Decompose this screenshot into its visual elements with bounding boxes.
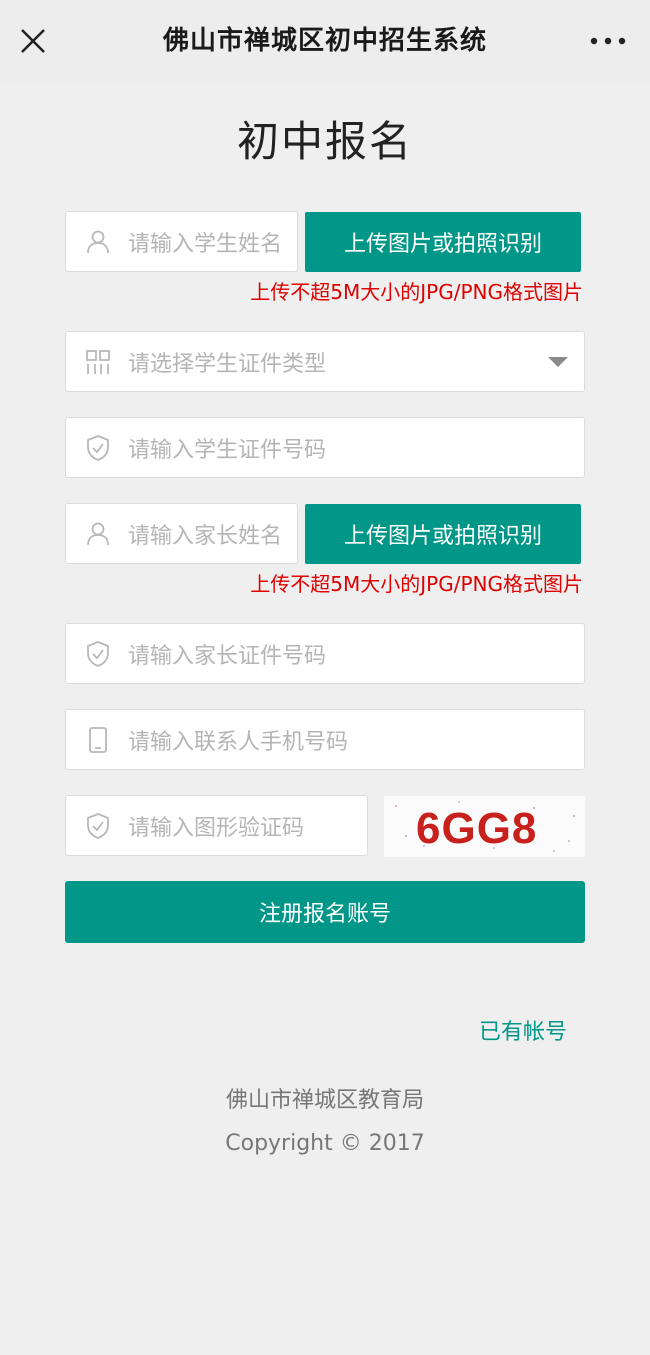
student-name-input[interactable]: 请输入学生姓名 <box>65 211 298 272</box>
shield-icon <box>87 434 109 461</box>
captcha-image[interactable]: 6GG8 <box>384 796 585 857</box>
window-title: 佛山市禅城区初中招生系统 <box>162 26 487 56</box>
student-id-input[interactable]: 请输入学生证件号码 <box>65 417 585 478</box>
parent-name-placeholder: 请输入家长姓名 <box>128 523 283 549</box>
register-button[interactable]: 注册报名账号 <box>65 881 585 943</box>
parent-id-placeholder: 请输入家长证件号码 <box>128 643 327 669</box>
shield-icon <box>87 640 109 667</box>
upload-note: 上传不超5M大小的JPG/PNG格式图片 <box>250 572 583 596</box>
parent-id-input[interactable]: 请输入家长证件号码 <box>65 623 585 684</box>
page-title: 初中报名 <box>236 117 413 166</box>
grid-icon <box>86 349 110 374</box>
phone-icon <box>89 726 107 753</box>
phone-input[interactable]: 请输入联系人手机号码 <box>65 709 585 770</box>
more-dots-icon <box>590 37 626 45</box>
student-name-placeholder: 请输入学生姓名 <box>128 231 283 257</box>
upload-note: 上传不超5M大小的JPG/PNG格式图片 <box>250 280 583 304</box>
footer-copyright: Copyright © 2017 <box>225 1131 425 1156</box>
phone-placeholder: 请输入联系人手机号码 <box>128 729 349 755</box>
more-button[interactable] <box>586 30 630 52</box>
student-id-placeholder: 请输入学生证件号码 <box>128 437 327 463</box>
upload-parent-photo-button[interactable]: 上传图片或拍照识别 <box>305 504 581 564</box>
footer-organization: 佛山市禅城区教育局 <box>225 1088 424 1113</box>
user-icon <box>87 230 109 253</box>
parent-name-input[interactable]: 请输入家长姓名 <box>65 503 298 564</box>
id-type-select[interactable]: 请选择学生证件类型 <box>65 331 585 392</box>
captcha-input[interactable]: 请输入图形验证码 <box>65 795 368 856</box>
id-type-placeholder: 请选择学生证件类型 <box>128 351 327 377</box>
captcha-text: 6GG8 <box>416 804 538 853</box>
upload-student-photo-button[interactable]: 上传图片或拍照识别 <box>305 212 581 272</box>
existing-account-link[interactable]: 已有帐号 <box>479 1014 567 1046</box>
top-bar: 佛山市禅城区初中招生系统 <box>0 0 650 82</box>
shield-icon <box>87 812 109 839</box>
chevron-down-icon <box>548 356 568 367</box>
captcha-placeholder: 请输入图形验证码 <box>128 815 305 841</box>
user-icon <box>87 522 109 545</box>
